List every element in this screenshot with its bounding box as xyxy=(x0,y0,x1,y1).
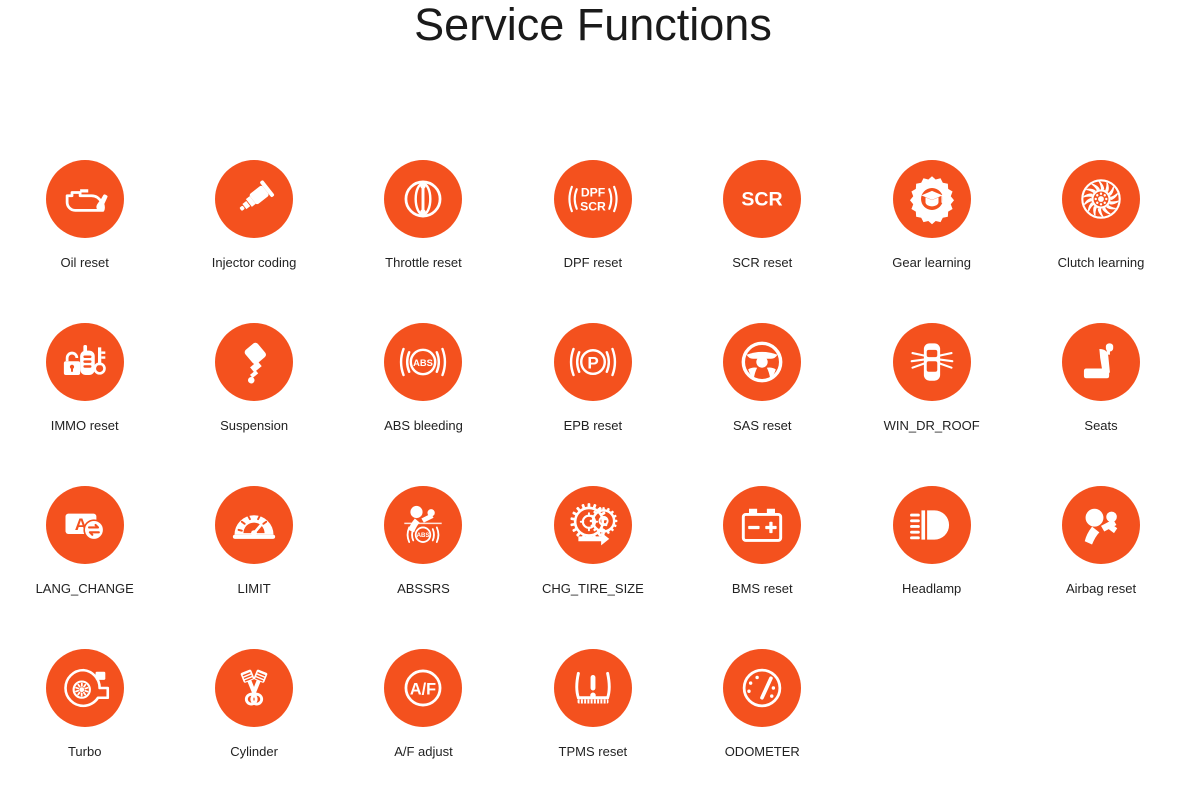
service-function-label: Oil reset xyxy=(60,255,109,270)
service-function-label: Suspension xyxy=(220,418,289,433)
service-function-label: ABSSRS xyxy=(397,581,450,596)
car-seat-icon[interactable] xyxy=(1062,323,1141,401)
oil-can-icon[interactable] xyxy=(45,160,124,238)
service-function-injector-coding[interactable]: Injector coding xyxy=(169,160,338,323)
immobilizer-lock-key-icon[interactable] xyxy=(45,323,124,401)
change-tire-size-icon[interactable] xyxy=(553,486,632,564)
service-function-turbo[interactable]: Turbo xyxy=(0,649,169,812)
service-function-scr-reset[interactable]: SCR SCR reset xyxy=(678,160,847,323)
service-function-label: ABS bleeding xyxy=(384,418,463,433)
service-function-label: LANG_CHANGE xyxy=(35,581,134,596)
shock-absorber-icon[interactable] xyxy=(215,323,294,401)
service-functions-row: Turbo Cylinder A/F A/F adjust TPMS reset ODOM… xyxy=(0,649,1186,812)
service-function-label: SCR reset xyxy=(732,255,793,270)
airbag-abs-combined-icon[interactable]: ABS xyxy=(384,486,463,564)
service-function-abssrs[interactable]: ABS ABSSRS xyxy=(339,486,508,649)
service-function-label: IMMO reset xyxy=(50,418,119,433)
service-function-label: WIN_DR_ROOF xyxy=(883,418,980,433)
service-function-label: Airbag reset xyxy=(1065,581,1137,596)
clutch-disc-icon[interactable] xyxy=(1062,160,1141,238)
service-function-dpf-reset[interactable]: DPF SCR DPF reset xyxy=(508,160,677,323)
service-function-odometer[interactable]: ODOMETER xyxy=(678,649,847,812)
service-function-label: SAS reset xyxy=(732,418,792,433)
scr-text-icon[interactable]: SCR xyxy=(723,160,802,238)
service-function-immo-reset[interactable]: IMMO reset xyxy=(0,323,169,486)
service-function-clutch-learning[interactable]: Clutch learning xyxy=(1016,160,1185,323)
tire-pressure-warning-icon[interactable] xyxy=(553,649,632,727)
service-function-limit[interactable]: LIMIT xyxy=(169,486,338,649)
service-functions-grid: Oil reset Injector coding Throttle reset DP… xyxy=(0,160,1186,812)
service-function-a-f-adjust[interactable]: A/F A/F adjust xyxy=(339,649,508,812)
service-function-bms-reset[interactable]: BMS reset xyxy=(678,486,847,649)
page-title: Service Functions xyxy=(414,0,772,50)
svg-text:SCR: SCR xyxy=(580,199,606,213)
turbocharger-icon[interactable] xyxy=(45,649,124,727)
airbag-person-icon[interactable] xyxy=(1062,486,1141,564)
service-function-win-dr-roof[interactable]: WIN_DR_ROOF xyxy=(847,323,1016,486)
service-function-seats[interactable]: Seats xyxy=(1016,323,1185,486)
fuel-injector-icon[interactable] xyxy=(215,160,294,238)
service-function-airbag-reset[interactable]: Airbag reset xyxy=(1016,486,1185,649)
language-exchange-icon[interactable]: A xyxy=(45,486,124,564)
service-function-label: Clutch learning xyxy=(1057,255,1145,270)
service-function-label: Turbo xyxy=(67,744,102,759)
service-function-label: TPMS reset xyxy=(558,744,628,759)
odometer-gauge-icon[interactable] xyxy=(723,649,802,727)
svg-text:SCR: SCR xyxy=(742,189,783,211)
service-function-label: CHG_TIRE_SIZE xyxy=(541,581,644,596)
service-function-gear-learning[interactable]: Gear learning xyxy=(847,160,1016,323)
service-function-tpms-reset[interactable]: TPMS reset xyxy=(508,649,677,812)
service-function-label: LIMIT xyxy=(237,581,271,596)
svg-text:A/F: A/F xyxy=(410,681,436,699)
abs-warning-icon[interactable]: ABS xyxy=(384,323,463,401)
service-function-suspension[interactable]: Suspension xyxy=(169,323,338,486)
service-function-label: EPB reset xyxy=(563,418,623,433)
service-function-label: A/F adjust xyxy=(394,744,453,759)
service-function-label: Cylinder xyxy=(230,744,278,759)
service-function-throttle-reset[interactable]: Throttle reset xyxy=(339,160,508,323)
service-function-label: Injector coding xyxy=(211,255,297,270)
headlamp-beam-icon[interactable] xyxy=(892,486,971,564)
service-function-lang-change[interactable]: A LANG_CHANGE xyxy=(0,486,169,649)
steering-wheel-icon[interactable] xyxy=(723,323,802,401)
service-function-label: ODOMETER xyxy=(724,744,800,759)
car-doors-roof-icon[interactable] xyxy=(892,323,971,401)
svg-text:ABS: ABS xyxy=(414,358,434,368)
svg-text:ABS: ABS xyxy=(417,532,430,539)
svg-text:P: P xyxy=(587,354,598,373)
service-function-label: Seats xyxy=(1084,418,1118,433)
service-functions-row: IMMO reset Suspension ABS ABS bleeding P EPB … xyxy=(0,323,1186,486)
dpf-scr-text-icon[interactable]: DPF SCR xyxy=(553,160,632,238)
service-function-label: Gear learning xyxy=(892,255,972,270)
service-function-epb-reset[interactable]: P EPB reset xyxy=(508,323,677,486)
service-functions-row: Oil reset Injector coding Throttle reset DP… xyxy=(0,160,1186,323)
service-functions-row: A LANG_CHANGE LIMIT ABS ABSSRS CHG_TIRE_SIZE B… xyxy=(0,486,1186,649)
service-function-label: DPF reset xyxy=(563,255,623,270)
battery-icon[interactable] xyxy=(723,486,802,564)
svg-text:DPF: DPF xyxy=(581,186,605,200)
service-function-sas-reset[interactable]: SAS reset xyxy=(678,323,847,486)
service-function-label: Throttle reset xyxy=(385,255,462,270)
service-function-chg-tire-size[interactable]: CHG_TIRE_SIZE xyxy=(508,486,677,649)
service-function-abs-bleeding[interactable]: ABS ABS bleeding xyxy=(339,323,508,486)
air-fuel-ratio-icon[interactable]: A/F xyxy=(384,649,463,727)
service-function-label: Headlamp xyxy=(902,581,962,596)
parking-brake-p-icon[interactable]: P xyxy=(553,323,632,401)
gear-graduation-cap-icon[interactable] xyxy=(892,160,971,238)
service-function-headlamp[interactable]: Headlamp xyxy=(847,486,1016,649)
service-function-cylinder[interactable]: Cylinder xyxy=(169,649,338,812)
crossed-pistons-icon[interactable] xyxy=(215,649,294,727)
speed-limit-gauge-icon[interactable] xyxy=(215,486,294,564)
throttle-body-icon[interactable] xyxy=(384,160,463,238)
service-function-label: BMS reset xyxy=(731,581,793,596)
service-function-oil-reset[interactable]: Oil reset xyxy=(0,160,169,323)
